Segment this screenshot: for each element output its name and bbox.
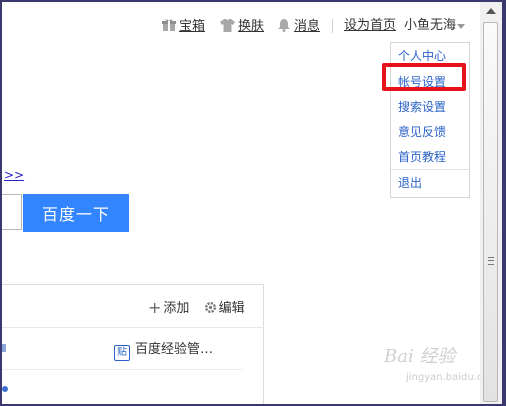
add-button[interactable]: + 添加: [148, 300, 189, 317]
plus-icon: +: [148, 298, 162, 317]
app-item-label: 百度经验管…: [135, 342, 214, 357]
more-link[interactable]: >>: [4, 168, 24, 182]
skin-link[interactable]: 换肤: [220, 18, 264, 37]
messages-label: 消息: [294, 19, 321, 34]
bell-icon: [277, 18, 291, 37]
app-icon: 贴: [114, 345, 130, 361]
menu-divider: [391, 169, 469, 170]
highlight-box: [382, 63, 466, 91]
scrollbar-thumb[interactable]: [483, 22, 498, 402]
list-item-fragment-dot: [2, 386, 8, 392]
grip-icon: [488, 257, 494, 265]
skin-label: 换肤: [238, 19, 265, 34]
gear-icon: [204, 301, 217, 319]
search-button[interactable]: 百度一下: [23, 194, 129, 232]
treasure-label: 宝箱: [179, 19, 206, 34]
treasure-link[interactable]: 宝箱: [162, 18, 205, 37]
menu-item-feedback[interactable]: 意见反馈: [398, 124, 446, 140]
topbar-separator: [332, 19, 333, 33]
browser-viewport: 宝箱 换肤 消息 设为首页 小鱼无海 个人中心 帐号设置 搜索设置 意见反馈 首…: [2, 2, 480, 404]
menu-item-homepage-tutorial[interactable]: 首页教程: [398, 149, 446, 165]
app-item[interactable]: 贴百度经验管…: [114, 342, 213, 361]
watermark-url: jingyan.baidu.com: [406, 372, 480, 383]
list-item-fragment: [2, 344, 6, 352]
gift-icon: [162, 18, 176, 37]
card-divider: [2, 327, 264, 328]
add-label: 添加: [163, 301, 190, 316]
edit-button[interactable]: 编辑: [194, 301, 245, 319]
watermark-logo: Bai 经验: [384, 346, 456, 367]
vertical-scrollbar[interactable]: [480, 2, 502, 404]
search-input[interactable]: [2, 194, 22, 230]
card-toolbar: + 添加 编辑: [148, 300, 245, 319]
edit-label: 编辑: [218, 301, 245, 316]
menu-item-personal-center[interactable]: 个人中心: [398, 48, 446, 64]
top-navigation: 宝箱 换肤 消息 设为首页 小鱼无海: [2, 2, 480, 44]
chevron-down-icon[interactable]: [457, 24, 465, 29]
scroll-up-arrow-icon[interactable]: [482, 2, 500, 20]
messages-link[interactable]: 消息: [277, 18, 320, 37]
card-divider-lower: [2, 369, 242, 370]
menu-item-logout[interactable]: 退出: [398, 175, 422, 191]
menu-item-search-settings[interactable]: 搜索设置: [398, 99, 446, 115]
tshirt-icon: [220, 18, 235, 37]
set-home-link[interactable]: 设为首页: [344, 18, 396, 34]
user-name[interactable]: 小鱼无海: [404, 18, 456, 34]
